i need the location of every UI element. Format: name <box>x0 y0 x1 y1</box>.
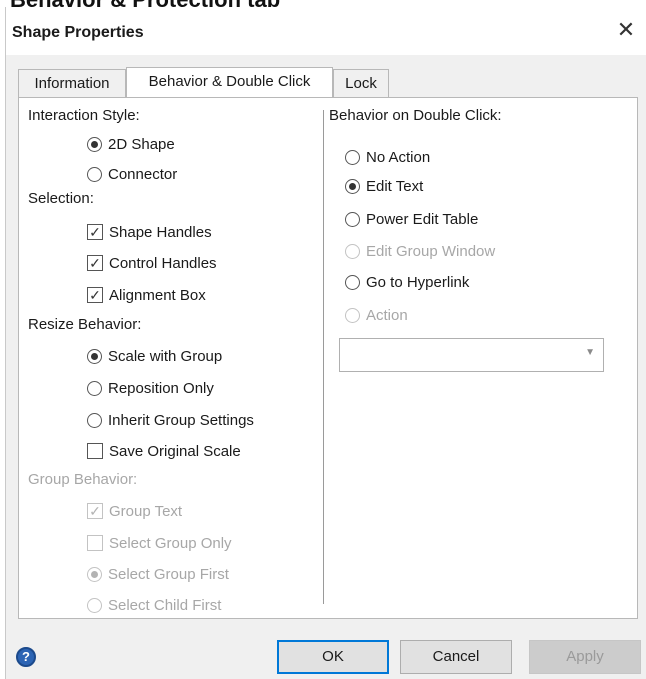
cancel-button[interactable]: Cancel <box>400 640 512 674</box>
radio-label: Select Group First <box>108 565 229 583</box>
dialog-title: Shape Properties <box>12 24 144 41</box>
radio-unselected-icon <box>345 307 360 323</box>
radio-label: Power Edit Table <box>366 210 479 228</box>
checkbox-group-text: ✓ Group Text <box>87 500 182 522</box>
radio-label: Reposition Only <box>108 379 214 397</box>
interaction-style-heading: Interaction Style: <box>28 107 140 124</box>
radio-reposition-only[interactable]: Reposition Only <box>87 377 214 399</box>
ok-button[interactable]: OK <box>277 640 389 674</box>
radio-label: Action <box>366 306 408 324</box>
radio-select-group-first: Select Group First <box>87 563 229 585</box>
checkbox-label: Save Original Scale <box>109 442 241 460</box>
radio-label: No Action <box>366 148 431 166</box>
radio-select-child-first: Select Child First <box>87 594 221 616</box>
double-click-heading: Behavior on Double Click: <box>329 107 502 124</box>
radio-unselected-icon <box>345 243 360 259</box>
radio-label: 2D Shape <box>108 135 175 153</box>
radio-unselected-icon <box>345 274 360 290</box>
checkbox-alignment-box[interactable]: ✓ Alignment Box <box>87 284 206 306</box>
radio-connector[interactable]: Connector <box>87 163 177 185</box>
close-icon[interactable]: ✕ <box>613 17 639 43</box>
group-behavior-heading: Group Behavior: <box>28 471 138 488</box>
radio-edit-group-window: Edit Group Window <box>345 240 495 262</box>
checkbox-shape-handles[interactable]: ✓ Shape Handles <box>87 221 212 243</box>
radio-no-action[interactable]: No Action <box>345 146 430 168</box>
radio-2d-shape[interactable]: 2D Shape <box>87 133 175 155</box>
radio-unselected-icon <box>345 211 360 227</box>
checkbox-empty-icon <box>87 535 103 551</box>
checkbox-label: Select Group Only <box>109 534 232 552</box>
column-divider <box>323 110 324 604</box>
checkbox-select-group-only: Select Group Only <box>87 532 232 554</box>
radio-label: Inherit Group Settings <box>108 411 254 429</box>
radio-label: Select Child First <box>108 596 222 614</box>
selection-heading: Selection: <box>28 190 94 207</box>
action-dropdown: ▼ <box>339 338 604 372</box>
title-bar: Shape Properties ✕ <box>6 7 646 55</box>
radio-action: Action <box>345 304 408 326</box>
radio-selected-icon <box>345 178 360 194</box>
radio-unselected-icon <box>87 597 102 613</box>
checkbox-label: Group Text <box>109 502 183 520</box>
radio-label: Scale with Group <box>108 347 223 365</box>
radio-selected-icon <box>87 136 102 152</box>
help-icon[interactable]: ? <box>16 647 36 667</box>
radio-unselected-icon <box>87 412 102 428</box>
tab-information[interactable]: Information <box>18 69 126 97</box>
radio-label: Edit Text <box>366 177 424 195</box>
shape-properties-dialog: Shape Properties ✕ Information Behavior … <box>5 7 646 679</box>
checkbox-label: Control Handles <box>109 254 217 272</box>
radio-unselected-icon <box>345 149 360 165</box>
radio-label: Edit Group Window <box>366 242 496 260</box>
checkmark-icon: ✓ <box>87 255 103 271</box>
radio-unselected-icon <box>87 380 102 396</box>
checkbox-save-original-scale[interactable]: Save Original Scale <box>87 440 241 462</box>
checkmark-icon: ✓ <box>87 224 103 240</box>
radio-label: Connector <box>108 165 178 183</box>
radio-go-to-hyperlink[interactable]: Go to Hyperlink <box>345 271 469 293</box>
checkmark-icon: ✓ <box>87 503 103 519</box>
checkbox-control-handles[interactable]: ✓ Control Handles <box>87 252 217 274</box>
radio-scale-with-group[interactable]: Scale with Group <box>87 345 222 367</box>
radio-power-edit-table[interactable]: Power Edit Table <box>345 208 478 230</box>
radio-edit-text[interactable]: Edit Text <box>345 175 423 197</box>
checkbox-label: Shape Handles <box>109 223 212 241</box>
apply-button: Apply <box>529 640 641 674</box>
checkmark-icon: ✓ <box>87 287 103 303</box>
radio-selected-icon <box>87 348 102 364</box>
tab-behavior-double-click[interactable]: Behavior & Double Click <box>126 67 333 97</box>
radio-selected-icon <box>87 566 102 582</box>
radio-inherit-group-settings[interactable]: Inherit Group Settings <box>87 409 254 431</box>
tab-lock[interactable]: Lock <box>333 69 389 97</box>
chevron-down-icon: ▼ <box>585 347 595 358</box>
radio-unselected-icon <box>87 166 102 182</box>
resize-behavior-heading: Resize Behavior: <box>28 316 142 333</box>
checkbox-empty-icon <box>87 443 103 459</box>
radio-label: Go to Hyperlink <box>366 273 470 291</box>
checkbox-label: Alignment Box <box>109 286 206 304</box>
